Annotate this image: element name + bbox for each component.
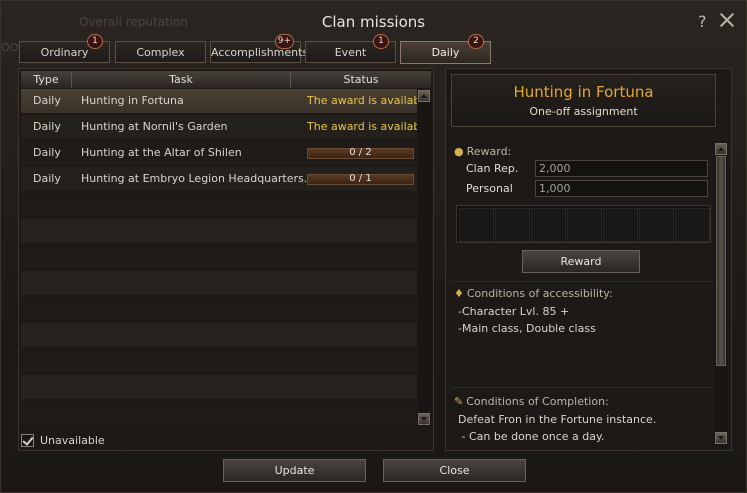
table-row[interactable]: Daily Hunting at Embryo Legion Headquart…	[21, 167, 417, 191]
item-slot[interactable]	[459, 208, 494, 242]
tab-complex[interactable]: Complex	[115, 41, 206, 63]
row-type: Daily	[33, 120, 61, 133]
empty-row	[21, 349, 417, 373]
tab-badge: 2	[468, 34, 484, 49]
close-icon[interactable]	[718, 11, 736, 29]
empty-row	[21, 219, 417, 243]
tab-badge: 1	[373, 34, 389, 49]
row-type: Daily	[33, 94, 61, 107]
reward-button[interactable]: Reward	[522, 250, 640, 273]
tab-label: Accomplishments	[211, 46, 309, 59]
table-header: Type Task Status	[21, 71, 431, 88]
tab-ordinary[interactable]: Ordinary 1	[19, 34, 110, 63]
scroll-down-icon[interactable]	[715, 432, 727, 444]
tab-badge: 9+	[274, 34, 294, 49]
divider	[451, 281, 713, 282]
row-type: Daily	[33, 146, 61, 159]
row-task: Hunting in Fortuna	[81, 94, 184, 107]
reward-item-slots	[456, 205, 711, 243]
key-icon: ♦	[454, 287, 464, 300]
tab-accomplishments[interactable]: Accomplishments 9+	[210, 34, 308, 63]
column-header-task[interactable]: Task	[72, 71, 291, 88]
divider	[451, 387, 713, 388]
empty-row	[21, 271, 417, 295]
clan-missions-window: Overall reputation OO Clan missions ? Or…	[0, 0, 747, 493]
column-header-type[interactable]: Type	[21, 71, 72, 88]
empty-row	[21, 245, 417, 269]
clan-rep-label: Clan Rep.	[466, 162, 519, 175]
tab-label: Event	[334, 46, 367, 59]
column-header-status[interactable]: Status	[291, 71, 431, 88]
update-button[interactable]: Update	[223, 459, 366, 482]
close-button[interactable]: Close	[383, 459, 526, 482]
item-slot[interactable]	[639, 208, 674, 242]
completion-frequency: - Can be done once a day.	[458, 430, 605, 443]
scroll-up-icon[interactable]	[418, 90, 430, 102]
row-status: The award is available	[307, 120, 431, 133]
row-task: Hunting at the Altar of Shilen	[81, 146, 242, 159]
mission-rows: Daily Hunting in Fortuna The award is av…	[21, 89, 430, 429]
table-row[interactable]: Daily Hunting at Nornil's Garden The awa…	[21, 115, 430, 139]
tab-event[interactable]: Event 1	[305, 34, 396, 63]
item-slot[interactable]	[675, 208, 710, 242]
tab-label: Daily	[431, 46, 460, 59]
tab-label: Complex	[136, 46, 185, 59]
row-status: The award is available	[307, 94, 431, 107]
accessibility-heading: ♦ Conditions of accessibility:	[454, 287, 613, 300]
help-icon[interactable]: ?	[698, 12, 712, 31]
tab-daily[interactable]: Daily 2	[400, 34, 491, 64]
scroll-down-icon[interactable]	[418, 413, 430, 425]
clan-rep-value: 2,000	[535, 160, 708, 177]
progress-bar: 0 / 1	[307, 173, 414, 185]
tab-label: Ordinary	[40, 46, 89, 59]
background-ghost-text-2: OO	[1, 41, 19, 54]
empty-row	[21, 297, 417, 321]
item-slot[interactable]	[567, 208, 602, 242]
row-type: Daily	[33, 172, 61, 185]
empty-row	[21, 323, 417, 347]
table-row[interactable]: Daily Hunting at the Altar of Shilen 0 /…	[21, 141, 417, 165]
empty-row	[21, 401, 417, 425]
item-slot[interactable]	[531, 208, 566, 242]
window-title: Clan missions	[321, 13, 426, 31]
detail-title: Hunting in Fortuna	[513, 83, 654, 101]
tab-badge: 1	[87, 34, 103, 49]
personal-label: Personal	[466, 182, 513, 195]
access-requirement-class: -Main class, Double class	[458, 322, 596, 335]
reward-heading: ● Reward:	[454, 145, 512, 158]
row-task: Hunting at Embryo Legion Headquarters.	[81, 172, 308, 185]
coins-icon: ●	[454, 145, 464, 158]
access-requirement-level: -Character Lvl. 85 +	[458, 305, 570, 318]
item-slot[interactable]	[603, 208, 638, 242]
detail-header: Hunting in Fortuna One-off assignment	[451, 74, 716, 127]
progress-text: 0 / 1	[349, 173, 372, 184]
empty-row	[21, 375, 417, 399]
scroll-thumb[interactable]	[716, 156, 726, 366]
progress-text: 0 / 2	[349, 147, 372, 158]
progress-bar: 0 / 2	[307, 147, 414, 159]
unavailable-checkbox[interactable]	[21, 434, 34, 447]
detail-subtitle: One-off assignment	[529, 105, 638, 118]
row-task: Hunting at Nornil's Garden	[81, 120, 228, 133]
unavailable-label: Unavailable	[40, 434, 105, 447]
table-row[interactable]: Daily Hunting in Fortuna The award is av…	[21, 89, 430, 113]
item-slot[interactable]	[495, 208, 530, 242]
empty-row	[21, 193, 417, 217]
completion-condition: Defeat Fron in the Fortune instance.	[458, 413, 657, 426]
completion-heading: ✎ Conditions of Completion:	[454, 395, 609, 408]
personal-value: 1,000	[535, 180, 708, 197]
mission-list-panel: Type Task Status Daily Hunting in Fortun…	[18, 68, 434, 451]
list-scrollbar[interactable]	[417, 89, 431, 427]
scroll-up-icon[interactable]	[715, 143, 727, 155]
scroll-icon: ✎	[454, 395, 464, 408]
detail-scrollbar[interactable]	[714, 142, 728, 446]
mission-detail-panel: Hunting in Fortuna One-off assignment ● R…	[445, 68, 732, 451]
